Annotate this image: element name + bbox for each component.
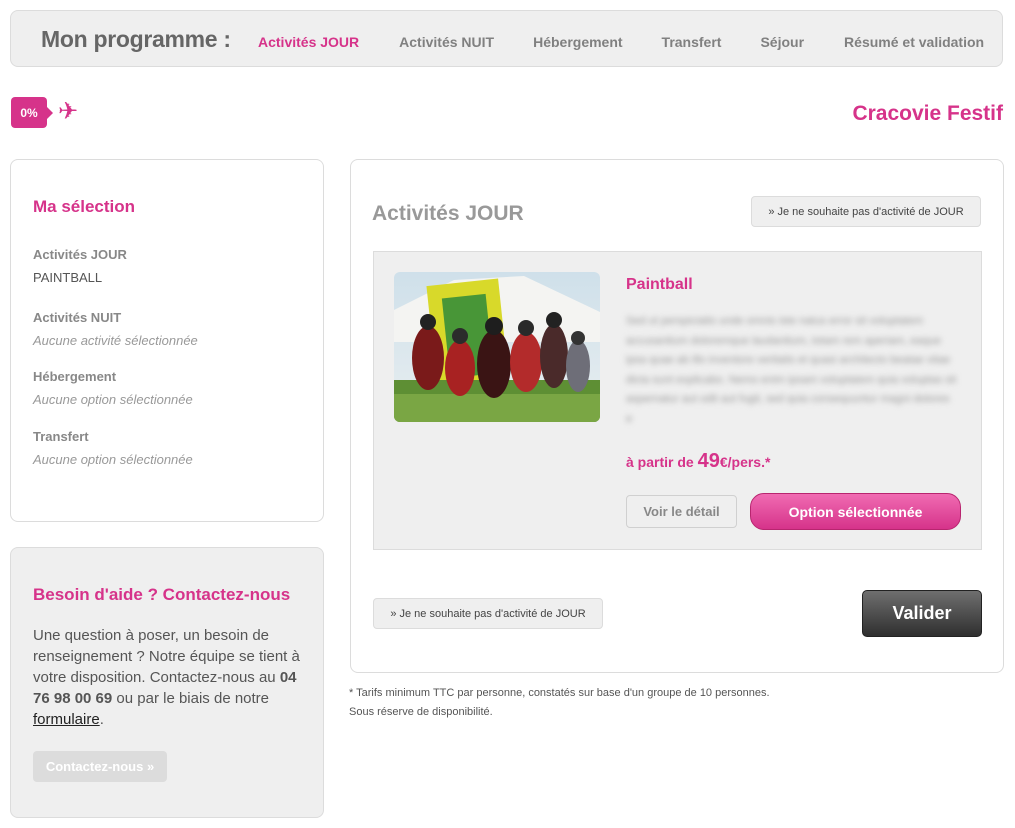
help-text-middle: ou par le biais de notre xyxy=(112,690,270,707)
selection-value: Aucune option sélectionnée xyxy=(33,392,193,407)
tab-activites-nuit[interactable]: Activités NUIT xyxy=(399,34,494,50)
price-prefix: à partir de xyxy=(626,454,698,470)
selection-group-transfert: Transfert Aucune option sélectionnée xyxy=(33,429,193,467)
top-navigation: Mon programme : Activités JOUR Activités… xyxy=(10,10,1003,67)
tab-transfert[interactable]: Transfert xyxy=(662,34,722,50)
contact-form-link[interactable]: formulaire xyxy=(33,711,100,728)
tab-resume-validation[interactable]: Résumé et validation xyxy=(844,34,984,50)
activity-price: à partir de 49€/pers.* xyxy=(626,450,770,473)
selection-group-jour: Activités JOUR PAINTBALL xyxy=(33,247,127,285)
help-text-intro: Une question à poser, un besoin de rense… xyxy=(33,627,300,686)
selection-label: Activités NUIT xyxy=(33,310,122,325)
footnote: * Tarifs minimum TTC par personne, const… xyxy=(349,684,770,722)
activity-description: Sed ut perspiciatis unde omnis iste natu… xyxy=(626,315,957,425)
activity-photo xyxy=(394,272,600,422)
price-suffix: €/pers.* xyxy=(719,454,771,470)
activity-card: Paintball Sed ut perspiciatis unde omnis… xyxy=(373,251,982,550)
page-title: Cracovie Festif xyxy=(852,102,1003,125)
skip-day-activity-button-top[interactable]: » Je ne souhaite pas d'activité de JOUR xyxy=(751,196,981,227)
selection-value: Aucune activité sélectionnée xyxy=(33,333,198,348)
help-text: Une question à poser, un besoin de rense… xyxy=(33,625,313,730)
airplane-icon: ✈ xyxy=(58,98,79,125)
price-amount: 49 xyxy=(697,450,720,472)
activity-name: Paintball xyxy=(626,276,693,293)
view-detail-button[interactable]: Voir le détail xyxy=(626,495,737,528)
selection-label: Transfert xyxy=(33,429,89,444)
activities-panel: Activités JOUR » Je ne souhaite pas d'ac… xyxy=(350,159,1004,673)
selection-group-nuit: Activités NUIT Aucune activité sélection… xyxy=(33,310,198,348)
tab-sejour[interactable]: Séjour xyxy=(760,34,804,50)
selection-label: Activités JOUR xyxy=(33,247,127,262)
help-title: Besoin d'aide ? Contactez-nous xyxy=(33,585,291,604)
selection-value: Aucune option sélectionnée xyxy=(33,452,193,467)
tab-activites-jour[interactable]: Activités JOUR xyxy=(258,34,359,50)
validate-button[interactable]: Valider xyxy=(862,590,982,637)
contact-button[interactable]: Contactez-nous » xyxy=(33,751,167,782)
help-panel: Besoin d'aide ? Contactez-nous Une quest… xyxy=(10,547,324,818)
option-selected-button[interactable]: Option sélectionnée xyxy=(750,493,961,530)
footnote-line-2: Sous réserve de disponibilité. xyxy=(349,706,493,718)
selection-label: Hébergement xyxy=(33,369,117,384)
selection-group-hebergement: Hébergement Aucune option sélectionnée xyxy=(33,369,193,407)
paintball-photo-image xyxy=(394,272,600,422)
footnote-line-1: * Tarifs minimum TTC par personne, const… xyxy=(349,687,770,699)
program-title: Mon programme : xyxy=(41,26,231,52)
selection-title: Ma sélection xyxy=(33,197,136,216)
selection-panel: Ma sélection Activités JOUR PAINTBALL Ac… xyxy=(10,159,324,522)
selection-value: PAINTBALL xyxy=(33,270,103,285)
skip-day-activity-button-bottom[interactable]: » Je ne souhaite pas d'activité de JOUR xyxy=(373,598,603,629)
step-tabs: Activités JOUR Activités NUIT Hébergemen… xyxy=(258,34,984,50)
tab-hebergement[interactable]: Hébergement xyxy=(533,34,622,50)
activities-title: Activités JOUR xyxy=(372,202,524,225)
progress-badge: 0% xyxy=(11,97,53,128)
help-text-end: . xyxy=(99,711,104,728)
